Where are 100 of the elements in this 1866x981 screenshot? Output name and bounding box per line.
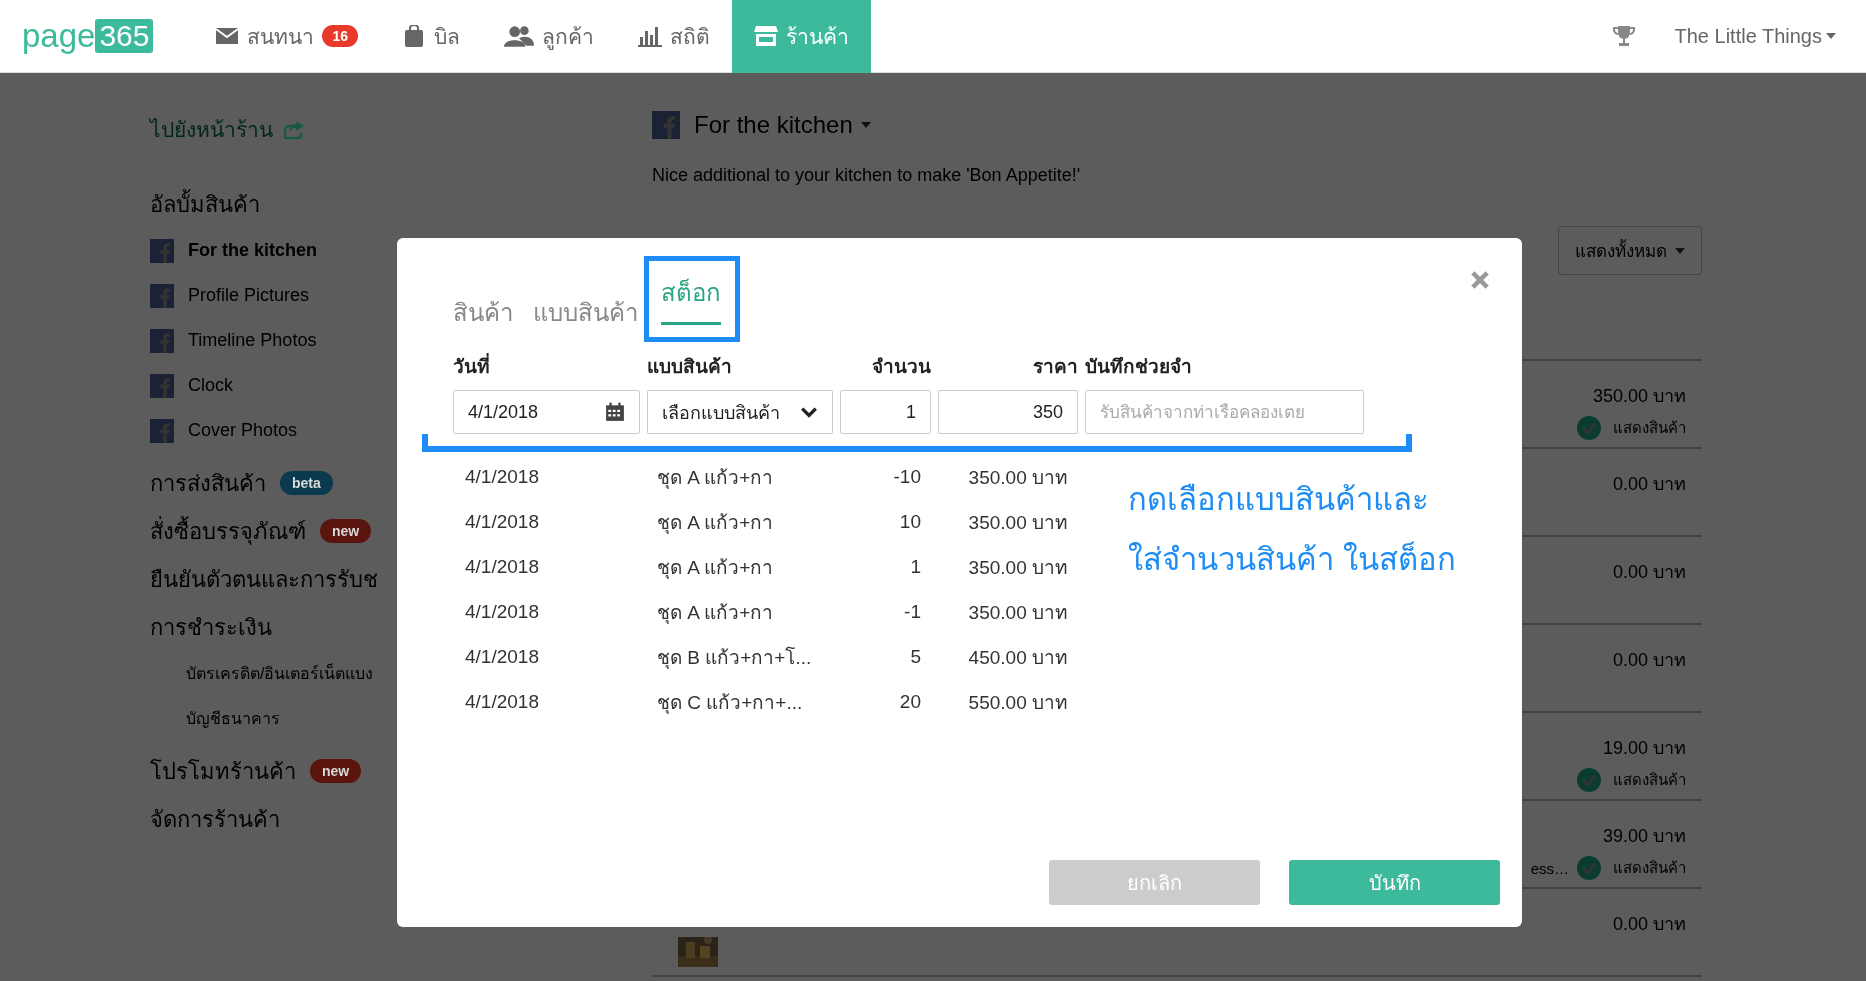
column-header: ราคา [1032,355,1078,379]
product-note: ess… [1530,859,1569,877]
table-cell-text: 550.00 บาท [967,690,1069,715]
filter-dropdown[interactable]: แสดงทั้งหมด [1558,226,1702,275]
logo[interactable]: page 365 [22,17,154,55]
table-cell-text: 350.00 บาท [967,510,1069,535]
nav-tab[interactable]: บิล [380,0,483,73]
album-item[interactable]: Cover Photos [150,408,317,453]
table-cell-text: 350.00 บาท [967,555,1069,580]
product-price: 0.00 บาท [1612,473,1686,496]
price-input[interactable]: 350 [938,390,1078,434]
dialog-tab[interactable]: แบบสินค้า [533,293,638,342]
save-button[interactable]: บันทึก [1289,860,1500,905]
close-icon[interactable] [1470,270,1490,290]
table-cell-text: 4/1/2018 [464,690,540,713]
table-cell-text: ชุด A แก้ว+กา [656,510,775,536]
callout-text: กดเลือกแบบสินค้าและ [1128,481,1430,519]
facebook-icon [150,328,174,353]
store-link[interactable]: ไปยังหน้าร้าน [150,113,305,146]
facebook-icon [652,111,680,139]
sidebar-item[interactable]: บัญชีธนาคาร [150,696,374,741]
table-cell-text: -10 [892,465,922,488]
caret-icon [1826,33,1836,39]
bar-chart-icon [638,25,663,47]
column-header: บันทึกช่วยจำ [1085,355,1193,379]
table-cell-text: 350.00 บาท [967,600,1069,625]
check-circle-icon [1577,856,1601,880]
album-item[interactable]: Profile Pictures [150,273,317,318]
callout-text: ใส่จำนวนสินค้า ในสต็อก [1128,540,1456,579]
table-cell-text: 4/1/2018 [464,645,540,668]
product-price: 350.00 บาท [1592,385,1686,408]
date-field[interactable]: 4/1/2018 [453,390,640,434]
album-item[interactable]: Clock [150,363,317,408]
sidebar-badge: beta [280,471,333,495]
section-title[interactable]: โปรโมทร้านค้า [150,753,296,789]
facebook-icon [150,373,174,398]
chevron-down-icon [800,406,818,418]
section-title[interactable]: ยืนยันตัวตนและการรับช [150,561,378,597]
album-description: Nice additional to your kitchen to make 'Bon Appetite!' [652,165,1082,186]
dialog-tab[interactable]: สินค้า [453,293,513,342]
visibility-status: แสดงสินค้า [1613,770,1686,790]
table-cell-text: -1 [903,600,922,623]
table-cell-text: ชุด A แก้ว+กา [656,600,775,626]
note-input[interactable]: รับสินค้าจากท่าเรือคลองเตย [1085,390,1364,434]
caret-icon [1675,247,1685,254]
product-price: 19.00 บาท [1602,737,1686,760]
caret-icon [860,122,871,128]
table-cell-text: 5 [909,645,922,668]
share-icon [283,119,305,140]
column-header: จำนวน [871,355,931,379]
table-cell-text: 4/1/2018 [464,600,540,623]
visibility-status: แสดงสินค้า [1613,858,1686,878]
section-title[interactable]: อัลบั้มสินค้า [150,186,260,222]
facebook-icon [150,238,174,263]
table-cell-text: 10 [898,510,922,533]
check-circle-icon [1577,416,1601,440]
facebook-icon [150,283,174,308]
user-menu[interactable]: The Little Things [1674,24,1836,48]
nav-tab[interactable]: ลูกค้า [482,0,617,73]
album-item[interactable]: Timeline Photos [150,318,317,363]
table-cell-text: 20 [898,690,922,713]
check-circle-icon [1577,768,1601,792]
column-header: แบบสินค้า [647,355,733,379]
table-cell-text: 4/1/2018 [464,555,540,578]
section-title[interactable]: การชำระเงิน [150,609,272,645]
table-cell-text: ชุด B แก้ว+กา+โ... [656,645,813,671]
table-cell-text: ชุด A แก้ว+กา [656,465,775,491]
table-cell-text: 1 [909,555,922,578]
trophy-icon[interactable] [1612,25,1635,47]
nav-tab[interactable]: สนทนา 16 [193,0,381,73]
table-cell-text: ชุด A แก้ว+กา [656,555,775,581]
quantity-input[interactable]: 1 [840,390,931,434]
sidebar-badge: new [320,519,372,543]
table-cell-text: 350.00 บาท [967,465,1069,490]
users-icon [504,25,535,47]
sidebar-badge: new [310,759,362,783]
table-cell-text: ชุด C แก้ว+กา+... [656,690,804,716]
calendar-icon [605,402,625,422]
nav-tab[interactable]: ร้านค้า [732,0,872,73]
nav-tab[interactable]: สถิติ [616,0,733,73]
column-header: วันที่ [453,351,640,381]
product-price: 0.00 บาท [1612,561,1686,584]
album-item[interactable]: For the kitchen [150,228,317,273]
album-dropdown[interactable]: For the kitchen [694,111,871,139]
product-price: 39.00 บาท [1602,825,1686,848]
product-price: 0.00 บาท [1612,649,1686,672]
visibility-status: แสดงสินค้า [1613,418,1686,438]
product-price: 0.00 บาท [1612,913,1686,936]
table-cell-text: 4/1/2018 [464,465,540,488]
section-title[interactable]: การส่งสินค้า [150,465,266,501]
dialog-tab[interactable]: สต็อก [661,273,721,325]
sidebar-item[interactable]: บัตรเครดิต/อินเตอร์เน็ตแบง [150,651,374,696]
section-title[interactable]: สั่งซื้อบรรจุภัณฑ์ [150,513,306,549]
table-cell-text: 450.00 บาท [967,645,1069,670]
store-icon [754,25,779,47]
table-cell-text: 4/1/2018 [464,510,540,533]
envelope-icon [215,25,240,47]
variant-select[interactable]: เลือกแบบสินค้า [647,390,833,434]
facebook-icon [150,418,174,443]
section-title[interactable]: จัดการร้านค้า [150,801,280,837]
